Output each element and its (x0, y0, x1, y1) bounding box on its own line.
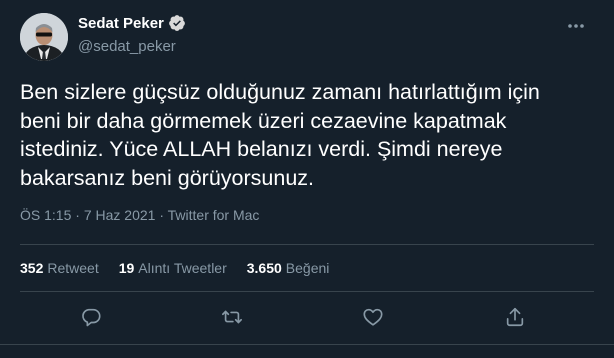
tweet-time[interactable]: ÖS 1:15 (20, 207, 71, 223)
retweet-label: Retweet (47, 260, 99, 276)
like-stat[interactable]: 3.650 Beğeni (247, 260, 330, 276)
quote-label: Alıntı Tweetler (138, 260, 227, 276)
like-count: 3.650 (246, 260, 282, 276)
tweet-stats: 352 Retweet 19 Alıntı Tweetler 3.650 Beğ… (20, 260, 349, 276)
quote-count: 19 (118, 260, 135, 276)
author-handle[interactable]: @sedat_peker (78, 38, 176, 55)
reply-icon[interactable] (80, 306, 102, 328)
avatar-image (20, 13, 68, 61)
tweet-actions (0, 306, 614, 332)
retweet-icon[interactable] (221, 306, 243, 328)
divider (20, 244, 594, 245)
like-label: Beğeni (285, 260, 330, 276)
meta-separator: · (75, 207, 80, 223)
retweet-stat[interactable]: 352 Retweet (20, 260, 99, 276)
tweet-source[interactable]: Twitter for Mac (168, 207, 260, 223)
quote-stat[interactable]: 19 Alıntı Tweetler (119, 260, 227, 276)
divider (20, 291, 594, 292)
tweet-meta: ÖS 1:15 · 7 Haz 2021 · Twitter for Mac (20, 207, 259, 223)
retweet-count: 352 (20, 260, 44, 276)
tweet-date[interactable]: 7 Haz 2021 (84, 207, 156, 223)
divider (0, 344, 614, 345)
verified-badge-icon (168, 14, 186, 32)
tweet-text: Ben sizlere güçsüz olduğunuz zamanı hatı… (20, 80, 540, 190)
author-name-row: Sedat Peker (78, 14, 186, 32)
share-icon[interactable] (504, 306, 526, 328)
heart-icon[interactable] (362, 306, 384, 328)
avatar[interactable] (20, 13, 68, 61)
author-name[interactable]: Sedat Peker (78, 15, 164, 32)
tweet-card: Sedat Peker @sedat_peker Ben sizlere güç… (0, 0, 614, 358)
meta-separator: · (159, 207, 164, 223)
more-icon[interactable] (566, 16, 586, 36)
